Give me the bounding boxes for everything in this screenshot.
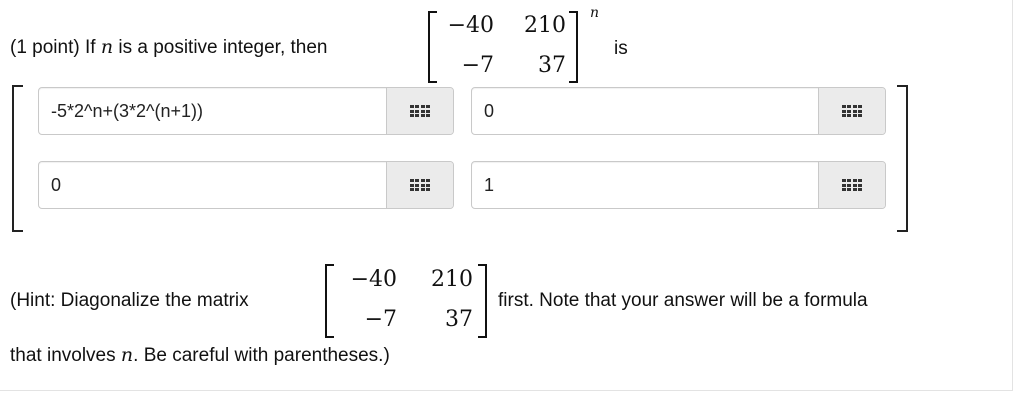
answer-input-r2c2[interactable]	[472, 162, 818, 208]
matrix-cell-r1c1: −40	[447, 13, 494, 38]
equation-editor-button-r1c1[interactable]	[386, 88, 453, 134]
answer-cell-r1c2	[471, 87, 886, 135]
variable-n: n	[100, 36, 114, 58]
grid-keypad-icon	[841, 105, 863, 117]
hint-text-part3a: that involves	[10, 345, 116, 366]
matrix-cell-r2c2: 37	[445, 307, 473, 332]
hint-text-part2: first. Note that your answer will be a f…	[498, 290, 868, 311]
hint-matrix: −40 210 −7 37	[325, 264, 487, 338]
matrix-cell-r2c2: 37	[538, 53, 566, 78]
answer-cell-r2c2	[471, 161, 886, 209]
matrix-cell-r1c2: 210	[431, 267, 473, 292]
matrix-cell-r2c1: −7	[364, 307, 397, 332]
question-middle: is a positive integer, then	[118, 37, 328, 58]
answer-input-r1c1[interactable]	[39, 88, 386, 134]
answer-cell-r2c1	[38, 161, 454, 209]
question-prefix: (1 point) If	[10, 37, 96, 58]
grid-keypad-icon	[841, 179, 863, 191]
equation-editor-button-r2c1[interactable]	[386, 162, 453, 208]
answer-cell-r1c1	[38, 87, 454, 135]
problem-panel: (1 point) If n is a positive integer, th…	[0, 0, 1013, 391]
question-text: (1 point) If n is a positive integer, th…	[10, 36, 328, 59]
answer-right-bracket	[897, 85, 908, 232]
question-suffix: is	[614, 38, 628, 59]
answer-input-r2c1[interactable]	[39, 162, 386, 208]
question-matrix: −40 210 −7 37	[428, 11, 578, 83]
matrix-right-bracket	[569, 11, 578, 83]
equation-editor-button-r2c2[interactable]	[818, 162, 885, 208]
grid-keypad-icon	[409, 179, 431, 191]
hint-text-part3b: . Be careful with parentheses.)	[133, 345, 390, 366]
matrix-cell-r1c2: 210	[524, 13, 566, 38]
answer-left-bracket	[12, 85, 23, 232]
matrix-right-bracket	[478, 264, 487, 338]
exponent-n: n	[590, 5, 600, 21]
equation-editor-button-r1c2[interactable]	[818, 88, 885, 134]
grid-keypad-icon	[409, 105, 431, 117]
hint-text-line2: that involves n. Be careful with parenth…	[10, 344, 390, 367]
answer-input-r1c2[interactable]	[472, 88, 818, 134]
matrix-cell-r1c1: −40	[350, 267, 397, 292]
matrix-cell-r2c1: −7	[461, 53, 494, 78]
matrix-left-bracket	[325, 264, 334, 338]
hint-text-part1: (Hint: Diagonalize the matrix	[10, 290, 249, 311]
matrix-left-bracket	[428, 11, 437, 83]
variable-n: n	[120, 344, 134, 366]
